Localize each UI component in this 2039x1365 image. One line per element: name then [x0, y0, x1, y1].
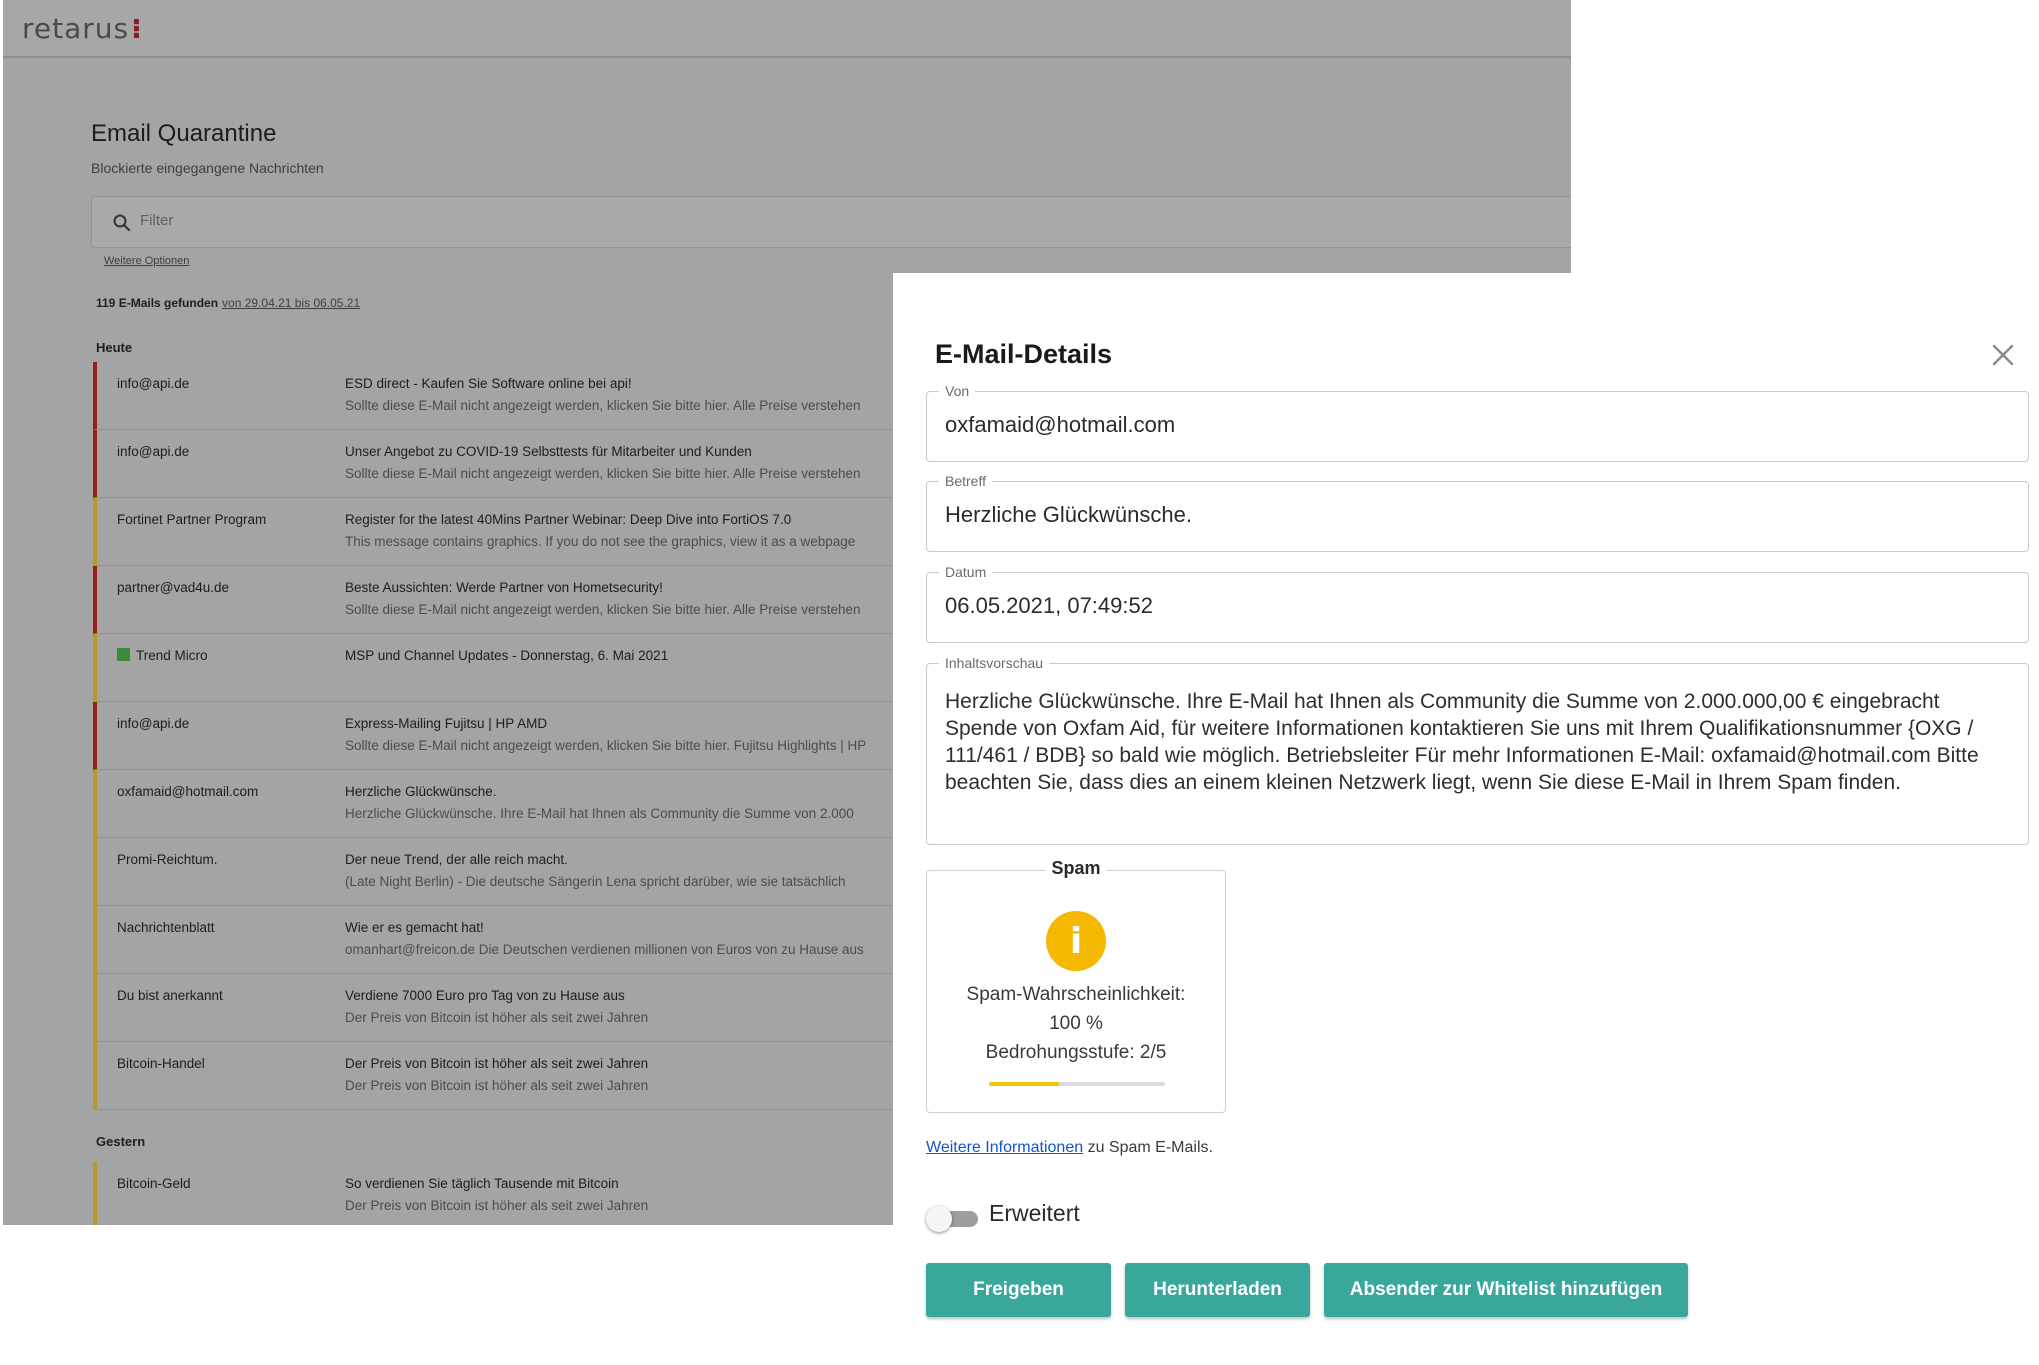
- spam-probability-label: Spam-Wahrscheinlichkeit:: [966, 984, 1186, 1005]
- threat-level-fill: [989, 1082, 1060, 1086]
- message-sender: partner@vad4u.de: [117, 580, 229, 595]
- message-sender-text: Bitcoin-Handel: [117, 1056, 205, 1071]
- more-info-suffix: zu Spam E-Mails.: [1087, 1139, 1213, 1156]
- message-subject: Verdiene 7000 Euro pro Tag von zu Hause …: [345, 988, 625, 1003]
- group-header-today: Heute: [96, 340, 133, 355]
- message-preview: Sollte diese E-Mail nicht angezeigt werd…: [345, 398, 861, 413]
- message-sender-text: Nachrichtenblatt: [117, 920, 215, 935]
- message-sender-text: Trend Micro: [136, 648, 208, 663]
- message-preview: This message contains graphics. If you d…: [345, 534, 856, 549]
- message-preview: Der Preis von Bitcoin ist höher als seit…: [345, 1198, 649, 1213]
- email-details-dialog: E-Mail-Details Von oxfamaid@hotmail.com …: [893, 273, 2039, 1365]
- message-sender: oxfamaid@hotmail.com: [117, 784, 258, 799]
- message-subject: Der Preis von Bitcoin ist höher als seit…: [345, 1056, 649, 1071]
- message-sender: Du bist anerkannt: [117, 988, 223, 1003]
- message-subject: Wie er es gemacht hat!: [345, 920, 484, 935]
- top-bar: retarus⁝: [3, 0, 1571, 58]
- more-info-text: Weitere Informationen zu Spam E-Mails.: [926, 1139, 1213, 1157]
- filter-placeholder: Filter: [140, 212, 174, 229]
- date-value: 06.05.2021, 07:49:52: [945, 593, 1153, 618]
- content-preview-text: Herzliche Glückwünsche. Ihre E-Mail hat …: [945, 690, 1979, 794]
- dialog-title: E-Mail-Details: [935, 339, 1113, 369]
- message-sender: info@api.de: [117, 444, 189, 459]
- message-subject: Express-Mailing Fujitsu | HP AMD: [345, 716, 548, 731]
- page-title: Email Quarantine: [91, 120, 277, 147]
- subject-label: Betreff: [939, 473, 992, 489]
- message-sender: Fortinet Partner Program: [117, 512, 266, 527]
- threat-level-bar: [989, 1082, 1165, 1086]
- date-label: Datum: [939, 564, 993, 580]
- message-sender-text: Promi-Reichtum.: [117, 852, 218, 867]
- toggle-thumb: [926, 1206, 952, 1232]
- message-sender-text: info@api.de: [117, 716, 190, 731]
- message-preview: Der Preis von Bitcoin ist höher als seit…: [345, 1010, 649, 1025]
- message-preview: Sollte diese E-Mail nicht angezeigt werd…: [345, 738, 867, 753]
- spam-legend: Spam: [1045, 858, 1107, 879]
- message-preview: Sollte diese E-Mail nicht angezeigt werd…: [345, 602, 861, 617]
- retarus-logo: retarus⁝: [22, 11, 143, 45]
- message-sender: Nachrichtenblatt: [117, 920, 215, 935]
- message-subject: Register for the latest 40Mins Partner W…: [345, 512, 792, 527]
- message-subject: Der neue Trend, der alle reich macht.: [345, 852, 568, 867]
- message-sender: info@api.de: [117, 716, 189, 731]
- release-button[interactable]: Freigeben: [926, 1263, 1111, 1317]
- threat-level-label: Bedrohungsstufe: 2/5: [985, 1042, 1167, 1063]
- message-sender-text: oxfamaid@hotmail.com: [117, 784, 259, 799]
- from-field[interactable]: Von oxfamaid@hotmail.com: [926, 383, 2029, 462]
- message-preview: Sollte diese E-Mail nicht angezeigt werd…: [345, 466, 861, 481]
- message-subject: MSP und Channel Updates - Donnerstag, 6.…: [345, 648, 669, 663]
- message-sender: Trend Micro: [117, 648, 208, 663]
- message-sender-text: Fortinet Partner Program: [117, 512, 267, 527]
- results-count: 119 E-Mails gefunden: [96, 296, 219, 310]
- message-sender-text: info@api.de: [117, 376, 190, 391]
- message-sender: Promi-Reichtum.: [117, 852, 218, 867]
- message-subject: Beste Aussichten: Werde Partner von Home…: [345, 580, 663, 595]
- message-subject: ESD direct - Kaufen Sie Software online …: [345, 376, 632, 391]
- more-options-link[interactable]: Weitere Optionen: [104, 255, 189, 267]
- content-preview-label: Inhaltsvorschau: [939, 655, 1050, 671]
- message-sender: Bitcoin-Handel: [117, 1056, 205, 1071]
- message-sender: info@api.de: [117, 376, 189, 391]
- from-value: oxfamaid@hotmail.com: [945, 412, 1176, 437]
- message-subject: Unser Angebot zu COVID-19 Selbsttests fü…: [345, 444, 752, 459]
- screen: retarus⁝ Email Quarantine Blockierte ein…: [0, 0, 2039, 1365]
- date-field[interactable]: Datum 06.05.2021, 07:49:52: [926, 564, 2029, 643]
- add-to-whitelist-button[interactable]: Absender zur Whitelist hinzufügen: [1324, 1263, 1688, 1317]
- search-icon: [113, 214, 131, 232]
- page-subtitle: Blockierte eingegangene Nachrichten: [91, 160, 324, 176]
- subject-field[interactable]: Betreff Herzliche Glückwünsche.: [926, 473, 2029, 552]
- date-range-link[interactable]: von 29.04.21 bis 06.05.21: [222, 296, 360, 310]
- advanced-toggle[interactable]: [926, 1206, 978, 1232]
- filter-input[interactable]: Filter: [91, 196, 1571, 248]
- message-preview: omanhart@freicon.de Die Deutschen verdie…: [345, 942, 864, 957]
- download-button[interactable]: Herunterladen: [1125, 1263, 1310, 1317]
- message-preview: Herzliche Glückwünsche. Ihre E-Mail hat …: [345, 806, 854, 821]
- info-icon: i: [1046, 911, 1106, 971]
- content-preview-field[interactable]: Inhaltsvorschau Herzliche Glückwünsche. …: [926, 655, 2029, 845]
- spam-panel: Spam i Spam-Wahrscheinlichkeit: 100 % Be…: [926, 858, 1226, 1113]
- group-header-yesterday: Gestern: [96, 1134, 146, 1149]
- more-info-link[interactable]: Weitere Informationen: [926, 1139, 1083, 1156]
- close-icon[interactable]: [1989, 341, 2017, 369]
- message-subject: So verdienen Sie täglich Tausende mit Bi…: [345, 1176, 619, 1191]
- message-sender-text: partner@vad4u.de: [117, 580, 230, 595]
- message-sender-text: Bitcoin-Geld: [117, 1176, 191, 1191]
- message-preview: (Late Night Berlin) - Die deutsche Sänge…: [345, 874, 846, 889]
- advanced-toggle-label: Erweitert: [989, 1200, 1080, 1226]
- message-sender: Bitcoin-Geld: [117, 1176, 191, 1191]
- results-summary: 119 E-Mails gefunden von 29.04.21 bis 06.…: [96, 296, 360, 310]
- subject-value: Herzliche Glückwünsche.: [945, 502, 1192, 527]
- message-sender-text: Du bist anerkannt: [117, 988, 223, 1003]
- message-subject: Herzliche Glückwünsche.: [345, 784, 497, 799]
- from-label: Von: [939, 383, 976, 399]
- message-preview: Der Preis von Bitcoin ist höher als seit…: [345, 1078, 649, 1093]
- trend-micro-icon: [117, 648, 130, 661]
- message-sender-text: info@api.de: [117, 444, 190, 459]
- spam-probability-value: 100 %: [1049, 1013, 1103, 1034]
